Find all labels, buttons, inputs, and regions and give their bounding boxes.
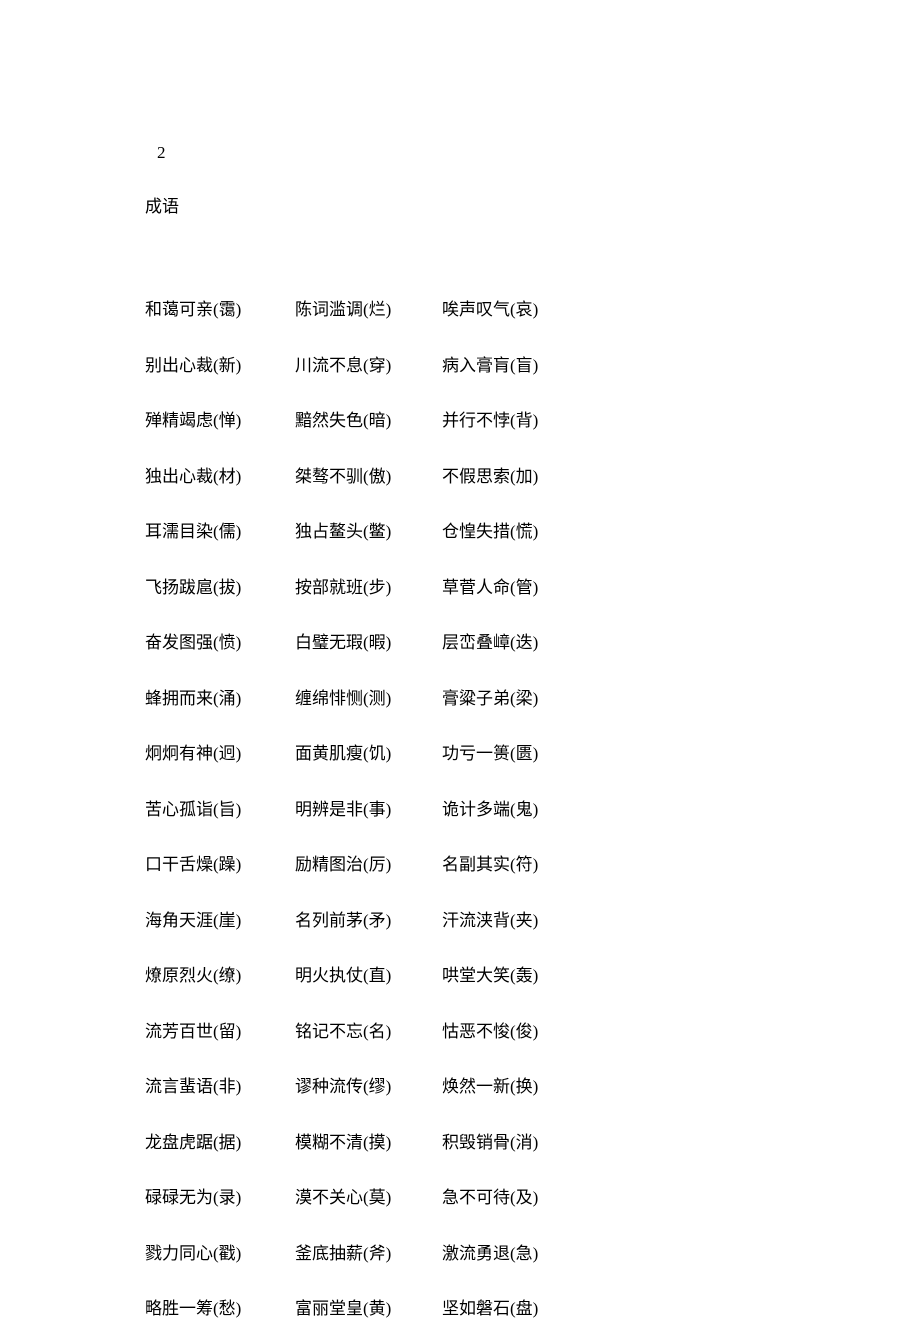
idiom-cell: 苦心孤诣(旨) xyxy=(145,797,295,823)
idiom-cell: 并行不悖(背) xyxy=(442,408,592,434)
idiom-cell: 富丽堂皇(黄) xyxy=(295,1296,442,1322)
idiom-row: 殚精竭虑(惮)黯然失色(暗)并行不悖(背) xyxy=(145,408,775,434)
idiom-cell: 殚精竭虑(惮) xyxy=(145,408,295,434)
idiom-cell: 按部就班(步) xyxy=(295,575,442,601)
idiom-cell: 燎原烈火(缭) xyxy=(145,963,295,989)
idiom-cell: 流芳百世(留) xyxy=(145,1019,295,1045)
idiom-cell: 独出心裁(材) xyxy=(145,464,295,490)
idiom-row: 燎原烈火(缭)明火执仗(直)哄堂大笑(轰) xyxy=(145,963,775,989)
idiom-cell: 桀骜不驯(傲) xyxy=(295,464,442,490)
idiom-cell: 戮力同心(戳) xyxy=(145,1241,295,1267)
idiom-cell: 明辨是非(事) xyxy=(295,797,442,823)
idiom-cell: 口干舌燥(躁) xyxy=(145,852,295,878)
idiom-cell: 海角天涯(崖) xyxy=(145,908,295,934)
idiom-cell: 面黄肌瘦(饥) xyxy=(295,741,442,767)
idiom-cell: 不假思索(加) xyxy=(442,464,592,490)
section-title: 成语 xyxy=(145,194,775,220)
page-number: 2 xyxy=(157,140,775,166)
idiom-cell: 哄堂大笑(轰) xyxy=(442,963,592,989)
idiom-cell: 急不可待(及) xyxy=(442,1185,592,1211)
idiom-cell: 炯炯有神(迥) xyxy=(145,741,295,767)
idiom-row: 流言蜚语(非)谬种流传(缪)焕然一新(换) xyxy=(145,1074,775,1100)
idiom-cell: 名列前茅(矛) xyxy=(295,908,442,934)
idiom-table: 和蔼可亲(霭)陈词滥调(烂)唉声叹气(哀) 别出心裁(新)川流不息(穿)病入膏肓(… xyxy=(145,297,775,1322)
idiom-row: 耳濡目染(儒)独占鳌头(鳖)仓惶失措(慌) xyxy=(145,519,775,545)
idiom-cell: 激流勇退(急) xyxy=(442,1241,592,1267)
idiom-cell: 缠绵悱恻(测) xyxy=(295,686,442,712)
idiom-row: 独出心裁(材)桀骜不驯(傲)不假思索(加) xyxy=(145,464,775,490)
idiom-cell: 别出心裁(新) xyxy=(145,353,295,379)
idiom-row: 略胜一筹(愁)富丽堂皇(黄)坚如磐石(盘) xyxy=(145,1296,775,1322)
idiom-cell: 蜂拥而来(涌) xyxy=(145,686,295,712)
idiom-cell: 龙盘虎踞(据) xyxy=(145,1130,295,1156)
idiom-cell: 陈词滥调(烂) xyxy=(295,297,442,323)
idiom-cell: 川流不息(穿) xyxy=(295,353,442,379)
idiom-cell: 汗流浃背(夹) xyxy=(442,908,592,934)
idiom-cell: 飞扬跋扈(拔) xyxy=(145,575,295,601)
idiom-cell: 膏粱子弟(梁) xyxy=(442,686,592,712)
idiom-cell: 奋发图强(愤) xyxy=(145,630,295,656)
idiom-cell: 耳濡目染(儒) xyxy=(145,519,295,545)
idiom-row: 奋发图强(愤)白璧无瑕(暇)层峦叠嶂(迭) xyxy=(145,630,775,656)
idiom-row: 别出心裁(新)川流不息(穿)病入膏肓(盲) xyxy=(145,353,775,379)
idiom-cell: 黯然失色(暗) xyxy=(295,408,442,434)
idiom-cell: 名副其实(符) xyxy=(442,852,592,878)
idiom-row: 蜂拥而来(涌)缠绵悱恻(测)膏粱子弟(梁) xyxy=(145,686,775,712)
idiom-cell: 仓惶失措(慌) xyxy=(442,519,592,545)
idiom-cell: 励精图治(厉) xyxy=(295,852,442,878)
idiom-cell: 谬种流传(缪) xyxy=(295,1074,442,1100)
idiom-row: 龙盘虎踞(据)模糊不清(摸)积毁销骨(消) xyxy=(145,1130,775,1156)
idiom-cell: 诡计多端(鬼) xyxy=(442,797,592,823)
idiom-cell: 白璧无瑕(暇) xyxy=(295,630,442,656)
idiom-cell: 明火执仗(直) xyxy=(295,963,442,989)
idiom-cell: 病入膏肓(盲) xyxy=(442,353,592,379)
idiom-cell: 唉声叹气(哀) xyxy=(442,297,592,323)
idiom-row: 流芳百世(留)铭记不忘(名)怙恶不悛(俊) xyxy=(145,1019,775,1045)
idiom-cell: 和蔼可亲(霭) xyxy=(145,297,295,323)
idiom-row: 飞扬跋扈(拔)按部就班(步)草菅人命(管) xyxy=(145,575,775,601)
idiom-cell: 碌碌无为(录) xyxy=(145,1185,295,1211)
idiom-row: 碌碌无为(录)漠不关心(莫)急不可待(及) xyxy=(145,1185,775,1211)
idiom-row: 炯炯有神(迥)面黄肌瘦(饥)功亏一篑(匮) xyxy=(145,741,775,767)
idiom-cell: 独占鳌头(鳖) xyxy=(295,519,442,545)
idiom-cell: 功亏一篑(匮) xyxy=(442,741,592,767)
idiom-row: 苦心孤诣(旨)明辨是非(事)诡计多端(鬼) xyxy=(145,797,775,823)
idiom-cell: 漠不关心(莫) xyxy=(295,1185,442,1211)
idiom-cell: 积毁销骨(消) xyxy=(442,1130,592,1156)
idiom-cell: 怙恶不悛(俊) xyxy=(442,1019,592,1045)
idiom-cell: 模糊不清(摸) xyxy=(295,1130,442,1156)
idiom-row: 戮力同心(戳)釜底抽薪(斧)激流勇退(急) xyxy=(145,1241,775,1267)
idiom-row: 海角天涯(崖)名列前茅(矛)汗流浃背(夹) xyxy=(145,908,775,934)
idiom-cell: 焕然一新(换) xyxy=(442,1074,592,1100)
idiom-cell: 略胜一筹(愁) xyxy=(145,1296,295,1322)
idiom-row: 口干舌燥(躁)励精图治(厉)名副其实(符) xyxy=(145,852,775,878)
idiom-cell: 流言蜚语(非) xyxy=(145,1074,295,1100)
idiom-row: 和蔼可亲(霭)陈词滥调(烂)唉声叹气(哀) xyxy=(145,297,775,323)
idiom-cell: 坚如磐石(盘) xyxy=(442,1296,592,1322)
idiom-cell: 层峦叠嶂(迭) xyxy=(442,630,592,656)
idiom-cell: 草菅人命(管) xyxy=(442,575,592,601)
idiom-cell: 铭记不忘(名) xyxy=(295,1019,442,1045)
idiom-cell: 釜底抽薪(斧) xyxy=(295,1241,442,1267)
